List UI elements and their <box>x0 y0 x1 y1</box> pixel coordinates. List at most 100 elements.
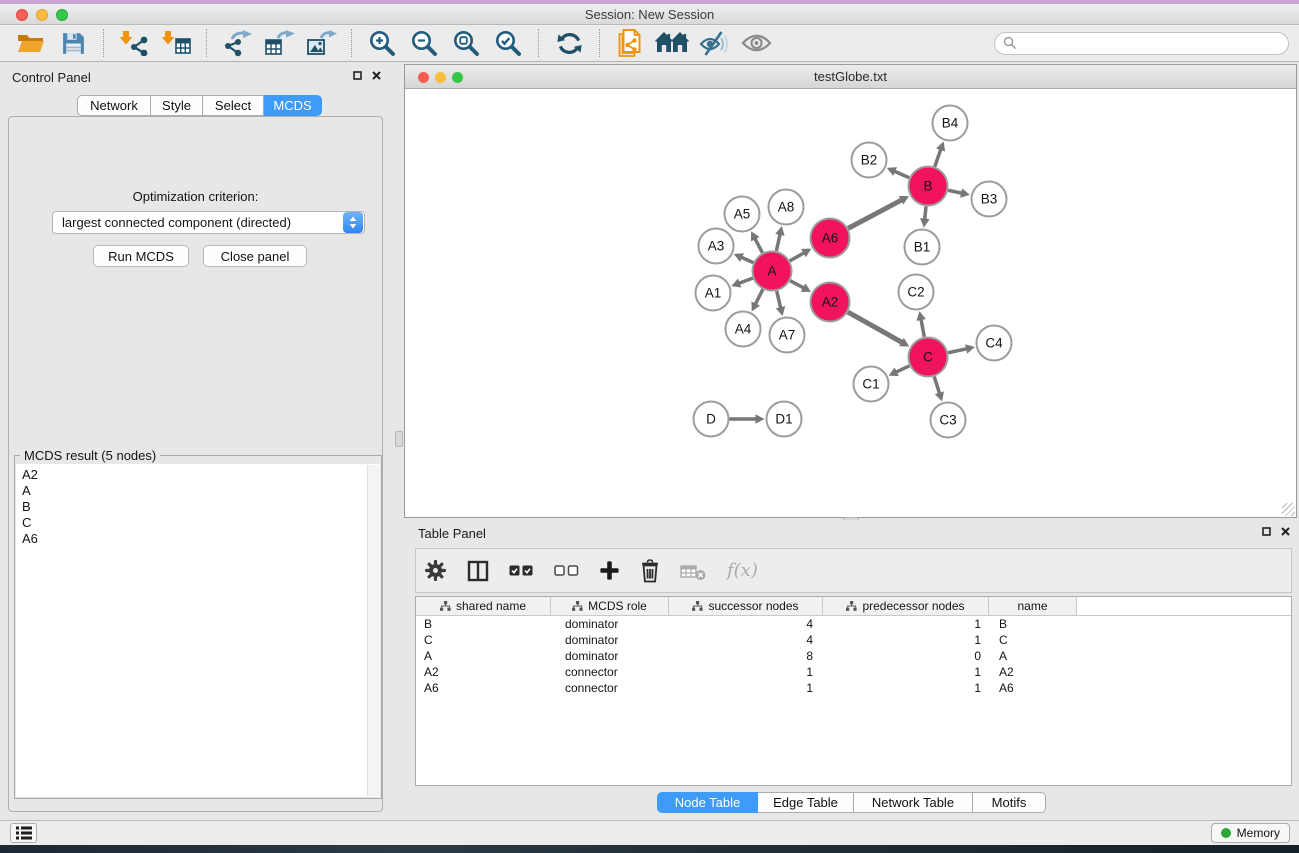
graph-edge-C-C3[interactable] <box>934 377 944 402</box>
graph-edge-A-A5[interactable] <box>751 231 762 253</box>
graph-node-A5[interactable]: A5 <box>725 197 760 232</box>
show-details-icon[interactable] <box>739 27 773 59</box>
home-icon[interactable] <box>655 27 689 59</box>
hide-details-icon[interactable] <box>697 27 731 59</box>
graph-node-B1[interactable]: B1 <box>905 230 940 265</box>
close-network-button[interactable] <box>418 72 429 83</box>
tab-style[interactable]: Style <box>151 95 203 116</box>
tab-network-table[interactable]: Network Table <box>854 792 973 813</box>
graph-node-C[interactable]: C <box>909 338 948 377</box>
graph-edge-A2-C[interactable] <box>848 312 909 346</box>
column-header-shared-name[interactable]: shared name <box>416 597 551 615</box>
search-field[interactable] <box>994 32 1289 55</box>
export-image-icon[interactable] <box>304 27 338 59</box>
graph-node-D[interactable]: D <box>694 402 729 437</box>
columns-icon[interactable] <box>467 560 489 582</box>
graph-node-D1[interactable]: D1 <box>767 402 802 437</box>
export-table-icon[interactable] <box>262 27 296 59</box>
network-window-titlebar[interactable]: testGlobe.txt <box>405 65 1296 89</box>
graph-node-B2[interactable]: B2 <box>852 143 887 178</box>
network-canvas[interactable]: AA1A2A3A4A5A6A7A8BB1B2B3B4CC1C2C3C4DD1 <box>405 89 1296 517</box>
graph-node-A3[interactable]: A3 <box>699 229 734 264</box>
graph-edge-A-A8[interactable] <box>775 226 784 251</box>
graph-edge-A-A7[interactable] <box>776 291 785 316</box>
table-row[interactable]: Bdominator41B <box>416 616 1291 632</box>
close-panel-button[interactable]: Close panel <box>203 245 307 267</box>
tab-edge-table[interactable]: Edge Table <box>758 792 854 813</box>
graph-edge-A-A4[interactable] <box>751 289 762 311</box>
tab-motifs[interactable]: Motifs <box>973 792 1046 813</box>
graph-node-A1[interactable]: A1 <box>696 276 731 311</box>
optimization-criterion-select[interactable]: largest connected component (directed) <box>52 211 365 234</box>
close-panel-icon[interactable] <box>1281 527 1290 536</box>
search-input[interactable] <box>1022 36 1280 50</box>
zoom-network-button[interactable] <box>452 72 463 83</box>
close-window-button[interactable] <box>16 9 28 21</box>
table-row[interactable]: A6connector11A6 <box>416 680 1291 696</box>
zoom-selected-icon[interactable] <box>491 27 525 59</box>
graph-node-C3[interactable]: C3 <box>931 403 966 438</box>
minimize-window-button[interactable] <box>36 9 48 21</box>
resize-grip-icon[interactable] <box>1282 503 1295 516</box>
result-item[interactable]: B <box>16 499 380 515</box>
import-network-icon[interactable] <box>117 27 151 59</box>
float-panel-icon[interactable] <box>353 71 362 80</box>
graph-node-A8[interactable]: A8 <box>769 190 804 225</box>
graph-edge-A-A6[interactable] <box>790 249 811 261</box>
splitter-grip-vertical[interactable] <box>395 431 403 447</box>
delete-table-icon[interactable] <box>680 561 707 581</box>
result-item[interactable]: A6 <box>16 531 380 547</box>
memory-button[interactable]: Memory <box>1211 823 1290 843</box>
graph-node-C1[interactable]: C1 <box>854 367 889 402</box>
graph-edge-D-D1[interactable] <box>730 414 765 424</box>
tab-network[interactable]: Network <box>77 95 151 116</box>
deselect-checkboxes-icon[interactable] <box>554 565 579 576</box>
import-table-icon[interactable] <box>159 27 193 59</box>
graph-edge-B-B1[interactable] <box>920 206 930 227</box>
graph-node-A[interactable]: A <box>753 252 792 291</box>
function-builder-icon[interactable]: f(x) <box>727 560 758 581</box>
save-session-icon[interactable] <box>56 27 90 59</box>
tab-node-table[interactable]: Node Table <box>657 792 758 813</box>
tab-mcds[interactable]: MCDS <box>264 95 322 116</box>
network-document-icon[interactable] <box>613 27 647 59</box>
refresh-layout-icon[interactable] <box>552 27 586 59</box>
result-item[interactable]: A <box>16 483 380 499</box>
graph-node-B4[interactable]: B4 <box>933 106 968 141</box>
delete-column-icon[interactable] <box>640 559 660 583</box>
graph-node-B3[interactable]: B3 <box>972 182 1007 217</box>
result-item[interactable]: A2 <box>16 467 380 483</box>
graph-edge-A6-B[interactable] <box>848 196 909 228</box>
table-row[interactable]: Adominator80A <box>416 648 1291 664</box>
graph-edge-C-C2[interactable] <box>916 311 925 337</box>
graph-edge-B-B2[interactable] <box>887 167 909 178</box>
open-session-icon[interactable] <box>14 27 48 59</box>
result-item[interactable]: C <box>16 515 380 531</box>
graph-edge-A-A2[interactable] <box>790 281 811 292</box>
graph-edge-B-B3[interactable] <box>948 188 970 197</box>
task-history-button[interactable] <box>10 823 37 843</box>
gear-icon[interactable] <box>424 559 447 582</box>
graph-node-A6[interactable]: A6 <box>811 219 850 258</box>
network-graph[interactable]: AA1A2A3A4A5A6A7A8BB1B2B3B4CC1C2C3C4DD1 <box>405 89 1296 517</box>
zoom-window-button[interactable] <box>56 9 68 21</box>
graph-edge-B-B4[interactable] <box>935 141 945 166</box>
export-network-icon[interactable] <box>220 27 254 59</box>
graph-node-B[interactable]: B <box>909 167 948 206</box>
graph-node-A4[interactable]: A4 <box>726 312 761 347</box>
close-panel-icon[interactable] <box>372 71 381 80</box>
column-header-name[interactable]: name <box>989 597 1077 615</box>
minimize-network-button[interactable] <box>435 72 446 83</box>
add-column-icon[interactable] <box>599 560 620 581</box>
zoom-out-icon[interactable] <box>407 27 441 59</box>
run-mcds-button[interactable]: Run MCDS <box>93 245 189 267</box>
column-header-predecessor-nodes[interactable]: predecessor nodes <box>823 597 989 615</box>
table-row[interactable]: Cdominator41C <box>416 632 1291 648</box>
float-panel-icon[interactable] <box>1262 527 1271 536</box>
zoom-fit-icon[interactable] <box>449 27 483 59</box>
graph-node-C4[interactable]: C4 <box>977 326 1012 361</box>
result-scrollbar[interactable] <box>367 465 380 796</box>
table-row[interactable]: A2connector11A2 <box>416 664 1291 680</box>
graph-node-C2[interactable]: C2 <box>899 275 934 310</box>
column-header-successor-nodes[interactable]: successor nodes <box>669 597 823 615</box>
